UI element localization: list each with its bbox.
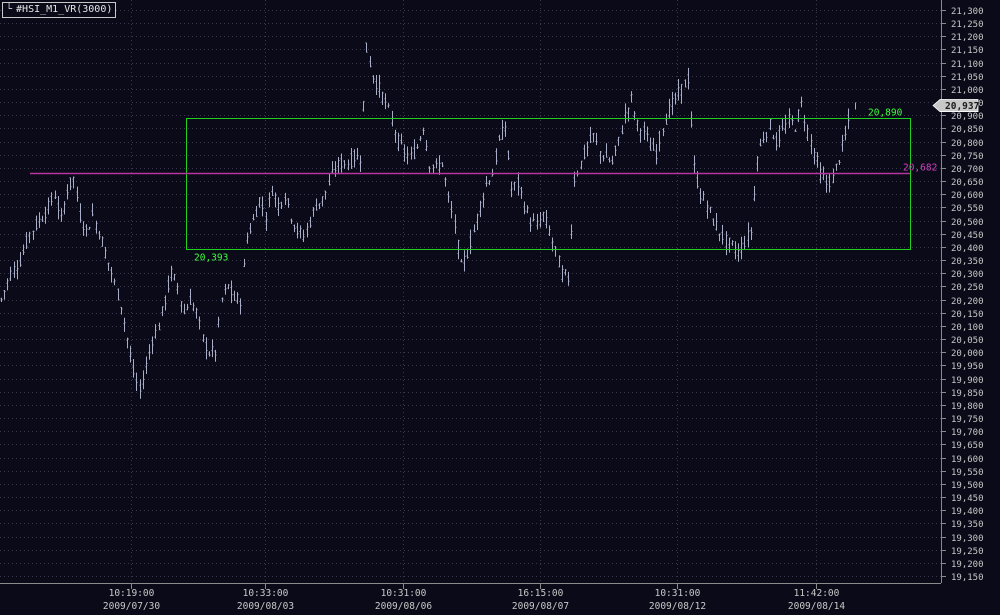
y-tick-label: 20,800 [951,139,984,149]
x-tick-time: 10:31:00 [655,588,701,599]
y-tick-label: 21,050 [951,73,984,83]
y-tick-label: 19,950 [951,362,984,372]
y-tick-label: 19,550 [951,468,984,478]
y-tick-label: 19,250 [951,547,984,557]
y-tick-label: 19,150 [951,573,984,583]
y-tick-label: 20,400 [951,244,984,254]
x-tick-time: 16:15:00 [518,588,564,599]
y-tick-label: 20,650 [951,178,984,188]
y-tick-label: 21,200 [951,33,984,43]
y-tick-label: 20,100 [951,323,984,333]
y-tick-label: 19,650 [951,441,984,451]
y-tick-label: 21,000 [951,86,984,96]
y-tick-label: 19,700 [951,428,984,438]
y-tick-label: 21,150 [951,46,984,56]
y-tick-label: 20,900 [951,112,984,122]
y-tick-label: 20,700 [951,165,984,175]
current-price-label: 20,937 [945,101,979,112]
y-tick-label: 20,000 [951,349,984,359]
y-tick-label: 19,200 [951,560,984,570]
chart-area: 20,890 20,393 20,682 21,300 21,250 21,200 21,… [0,0,1000,615]
y-tick-label: 19,400 [951,507,984,517]
y-tick-label: 19,450 [951,494,984,504]
y-tick-label: 20,500 [951,218,984,228]
y-tick-label: 20,300 [951,270,984,280]
x-tick-time: 10:33:00 [243,588,289,599]
range-upper-label: 20,890 [868,108,903,119]
y-tick-label: 20,150 [951,310,984,320]
x-tick-date: 2009/08/07 [512,601,569,612]
y-tick-label: 20,200 [951,297,984,307]
y-tick-label: 20,450 [951,231,984,241]
range-lower-label: 20,393 [194,253,228,264]
y-tick-label: 19,800 [951,402,984,412]
chart-title-box[interactable]: └ #HSI_M1_VR(3000) [2,2,117,18]
x-tick-time: 10:19:00 [109,588,155,599]
x-tick-date: 2009/08/12 [649,601,706,612]
y-tick-label: 19,900 [951,376,984,386]
y-tick-label: 19,350 [951,520,984,530]
x-tick-date: 2009/08/06 [375,601,432,612]
y-tick-label: 20,350 [951,257,984,267]
y-tick-label: 21,300 [951,7,984,17]
y-tick-label: 19,300 [951,534,984,544]
x-tick-date: 2009/08/03 [237,601,294,612]
y-tick-label: 19,750 [951,415,984,425]
y-tick-label: 19,600 [951,455,984,465]
x-tick-time: 11:42:00 [794,588,840,599]
y-tick-label: 21,250 [951,20,984,30]
plot-background [0,0,1000,615]
x-tick-date: 2009/07/30 [103,601,160,612]
current-price-tag: 20,937 [932,99,979,112]
y-tick-label: 19,500 [951,481,984,491]
y-tick-label: 20,600 [951,191,984,201]
y-tick-label: 20,550 [951,204,984,214]
y-tick-label: 20,750 [951,152,984,162]
y-tick-label: 20,050 [951,336,984,346]
x-tick-date: 2009/08/14 [788,601,845,612]
pivot-label: 20,682 [903,163,937,174]
y-tick-label: 20,250 [951,283,984,293]
chart-corner-icon: └ [6,4,13,15]
y-tick-label: 20,850 [951,125,984,135]
y-tick-label: 21,100 [951,60,984,70]
chart-title: #HSI_M1_VR(3000) [16,4,113,15]
chart-canvas: 20,890 20,393 20,682 21,300 21,250 21,200 21,… [0,0,1000,615]
x-tick-time: 10:31:00 [381,588,427,599]
y-tick-label: 19,850 [951,389,984,399]
